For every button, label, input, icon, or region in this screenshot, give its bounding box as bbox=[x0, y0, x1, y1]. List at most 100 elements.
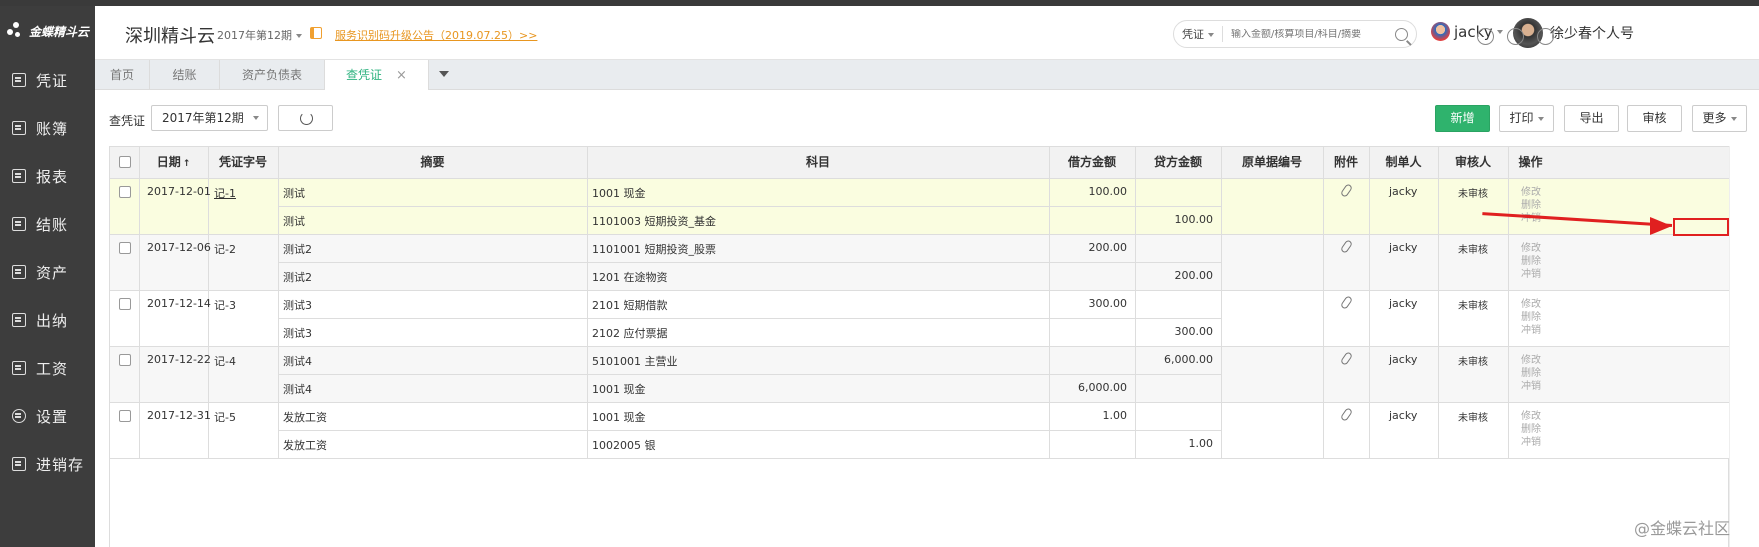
salary-icon bbox=[12, 361, 26, 375]
print-button[interactable]: 打印 bbox=[1499, 105, 1554, 132]
logo-text: 金蝶精斗云 bbox=[29, 24, 90, 39]
grid-line bbox=[110, 234, 1730, 235]
row-checkbox[interactable] bbox=[119, 242, 131, 254]
voucher-date: 2017-12-31 bbox=[147, 409, 211, 422]
sidebar-item-inventory[interactable]: 进销存 bbox=[0, 440, 95, 488]
voucher-maker: jacky bbox=[1389, 409, 1418, 422]
sidebar-item-settings[interactable]: 设置 bbox=[0, 392, 95, 440]
user-avatar bbox=[1431, 22, 1450, 41]
annotation-arrow-head bbox=[1650, 217, 1672, 235]
voucher-number-link[interactable]: 记-5 bbox=[214, 409, 236, 425]
voucher-number-link[interactable]: 记-3 bbox=[214, 297, 236, 313]
refresh-icon bbox=[300, 112, 313, 125]
company-name[interactable]: 深圳精斗云 bbox=[125, 22, 215, 48]
line-account: 1001 现金 bbox=[592, 383, 646, 396]
line-account: 1101003 短期投资_基金 bbox=[592, 215, 716, 228]
sidebar-item-report[interactable]: 报表 bbox=[0, 152, 95, 200]
reverse-link[interactable]: 冲销 bbox=[1521, 324, 1541, 338]
reverse-link[interactable]: 冲销 bbox=[1521, 436, 1541, 450]
row-checkbox[interactable] bbox=[119, 410, 131, 422]
voucher-date: 2017-12-06 bbox=[147, 241, 211, 254]
close-icon[interactable]: × bbox=[396, 68, 407, 83]
search-icon[interactable] bbox=[1395, 27, 1408, 41]
grid-line bbox=[278, 146, 279, 458]
tab-closing[interactable]: 结账 bbox=[150, 60, 220, 90]
sidebar-item-salary[interactable]: 工资 bbox=[0, 344, 95, 392]
voucher-status: 未审核 bbox=[1458, 301, 1488, 312]
voucher-maker: jacky bbox=[1389, 353, 1418, 366]
column-header-voucher-no: 凭证字号 bbox=[208, 146, 278, 178]
column-header-label: 原单据编号 bbox=[1241, 155, 1302, 169]
grid-line bbox=[278, 318, 1221, 319]
sidebar-nav: 凭证 账簿报表结账 资产 出纳工资设置进销存 bbox=[0, 56, 95, 488]
grid-line bbox=[110, 402, 1730, 403]
tab-home[interactable]: 首页 bbox=[95, 60, 150, 90]
row-checkbox[interactable] bbox=[119, 298, 131, 310]
audit-button[interactable]: 审核 bbox=[1627, 105, 1682, 132]
reverse-link[interactable]: 冲销 bbox=[1521, 380, 1541, 394]
column-header-date[interactable]: 日期 ↑ bbox=[139, 146, 208, 178]
sidebar-item-voucher[interactable]: 凭证 bbox=[0, 56, 95, 104]
chevron-down-icon[interactable] bbox=[439, 71, 449, 77]
column-header-maker: 制单人 bbox=[1369, 146, 1438, 178]
column-header-debit: 借方金额 bbox=[1049, 146, 1135, 178]
new-button[interactable]: 新增 bbox=[1435, 105, 1490, 132]
period-select[interactable]: 2017年第12期 bbox=[151, 105, 268, 131]
delete-link[interactable]: 删除 bbox=[1521, 199, 1541, 213]
line-account: 1101001 短期投资_股票 bbox=[592, 243, 716, 256]
tab-bar: 首页 结账 资产负债表 查凭证 × bbox=[95, 60, 1759, 90]
grid-line bbox=[110, 346, 1730, 347]
voucher-date: 2017-12-22 bbox=[147, 353, 211, 366]
edit-link[interactable]: 修改 bbox=[1521, 186, 1541, 200]
tab-query-voucher[interactable]: 查凭证 × bbox=[325, 60, 429, 90]
sidebar-item-cashier[interactable]: 出纳 bbox=[0, 296, 95, 344]
sidebar-item-label: 工资 bbox=[36, 359, 69, 378]
delete-link[interactable]: 删除 bbox=[1521, 367, 1541, 381]
row-checkbox[interactable] bbox=[119, 354, 131, 366]
line-account: 1201 在途物资 bbox=[592, 271, 668, 284]
app-logo[interactable]: 金蝶精斗云 bbox=[0, 6, 95, 56]
voucher-number-link[interactable]: 记-4 bbox=[214, 353, 236, 369]
sidebar-item-closing[interactable]: 结账 bbox=[0, 200, 95, 248]
sort-asc-icon: ↑ bbox=[182, 159, 191, 169]
grid-line bbox=[1135, 146, 1136, 458]
export-button[interactable]: 导出 bbox=[1564, 105, 1619, 132]
delete-link[interactable]: 删除 bbox=[1521, 423, 1541, 437]
edit-link[interactable]: 修改 bbox=[1521, 298, 1541, 312]
column-header-ops: 操作 bbox=[1508, 146, 1553, 178]
account-switcher[interactable]: 徐少春个人号 bbox=[1513, 18, 1634, 48]
more-button[interactable]: 更多 bbox=[1692, 105, 1747, 132]
grid-line bbox=[110, 458, 1730, 459]
column-header-attachment: 附件 bbox=[1323, 146, 1369, 178]
refresh-button[interactable] bbox=[278, 105, 333, 131]
logout-icon[interactable] bbox=[1537, 28, 1554, 45]
search-input[interactable] bbox=[1231, 28, 1391, 40]
edit-link[interactable]: 修改 bbox=[1521, 242, 1541, 256]
scrollbar[interactable] bbox=[1729, 146, 1749, 547]
search-type-select[interactable]: 凭证 bbox=[1182, 26, 1223, 42]
edit-link[interactable]: 修改 bbox=[1521, 410, 1541, 424]
logo-mark-icon bbox=[6, 21, 26, 41]
voucher-number-link[interactable]: 记-1 bbox=[214, 185, 236, 201]
service-icon[interactable] bbox=[1507, 28, 1524, 45]
period-selector[interactable]: 2017年第12期 bbox=[217, 27, 302, 43]
line-account: 1001 现金 bbox=[592, 187, 646, 200]
sidebar-item-asset[interactable]: 资产 bbox=[0, 248, 95, 296]
sidebar-item-label: 报表 bbox=[36, 167, 69, 186]
line-account: 1001 现金 bbox=[592, 411, 646, 424]
voucher-number-link[interactable]: 记-2 bbox=[214, 241, 236, 257]
select-all-checkbox[interactable] bbox=[119, 156, 131, 168]
voucher-date: 2017-12-01 bbox=[147, 185, 211, 198]
sidebar-item-ledger[interactable]: 账簿 bbox=[0, 104, 95, 152]
sidebar-item-label: 设置 bbox=[36, 407, 69, 426]
tab-balance-sheet[interactable]: 资产负债表 bbox=[220, 60, 325, 90]
line-credit: 300.00 bbox=[1174, 325, 1214, 338]
delete-link[interactable]: 删除 bbox=[1521, 311, 1541, 325]
edit-link[interactable]: 修改 bbox=[1521, 354, 1541, 368]
closing-icon bbox=[12, 217, 26, 231]
row-checkbox[interactable] bbox=[119, 186, 131, 198]
delete-link[interactable]: 删除 bbox=[1521, 255, 1541, 269]
reverse-link[interactable]: 冲销 bbox=[1521, 268, 1541, 282]
clock-icon[interactable] bbox=[1477, 28, 1494, 45]
notice-link[interactable]: 服务识别码升级公告（2019.07.25）>> bbox=[335, 27, 537, 43]
